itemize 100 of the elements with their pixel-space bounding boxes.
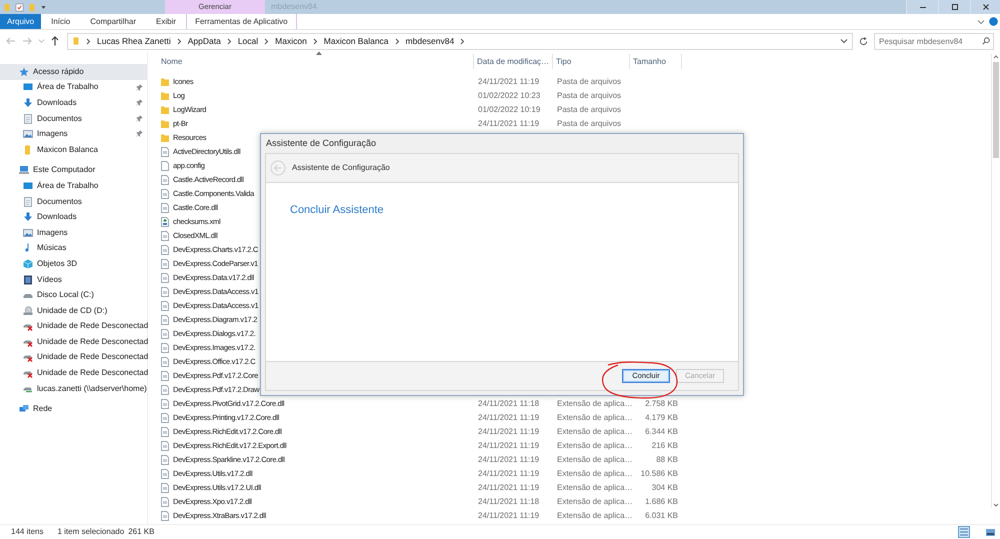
chevron-down-icon[interactable] [840,38,848,44]
dialog-title: Assistente de Configuração [266,136,376,150]
date-cell: 24/11/2021 11:18 [478,399,540,408]
size-cell: 4.179 KB [645,412,678,424]
type-cell: Extensão de aplica… [557,441,633,450]
file-tab[interactable]: Arquivo [0,14,42,29]
document-icon [160,455,170,465]
breadcrumb[interactable]: mbdesenv84 [406,34,454,48]
type-cell: Extensão de aplica… [557,413,633,422]
sidebar-item[interactable]: Imagens [0,126,147,142]
scroll-up-icon[interactable] [993,54,999,60]
file-icon [160,217,170,227]
folder-icon [72,36,80,46]
breadcrumb[interactable]: Local [238,34,258,48]
chevron-down-icon[interactable] [977,18,985,24]
column-header[interactable]: Nome [158,54,474,69]
cd-drive-icon [23,306,33,316]
size-cell: 216 KB [652,440,678,452]
chevron-right-icon[interactable] [264,38,270,44]
address-bar[interactable]: Lucas Rhea Zanetti AppData Local Maxicon Maxicon Balanca mbdesenv84 [67,32,853,50]
sidebar-item[interactable]: Downloads [0,209,147,225]
sidebar-section[interactable]: Acesso rápido [0,64,147,80]
film-icon [23,274,33,285]
sidebar-item[interactable]: Disco Local (C:) [0,287,147,303]
breadcrumb[interactable]: Maxicon [275,34,307,48]
pin-icon[interactable] [136,84,143,91]
dropdown-icon[interactable] [40,4,47,10]
pin-icon[interactable] [136,130,143,138]
sidebar-section[interactable]: Rede [0,401,147,418]
minimize-icon [920,6,926,8]
sidebar-item[interactable]: Vídeos [0,272,147,288]
chevron-right-icon[interactable] [226,38,232,44]
sidebar-item[interactable]: Área de Trabalho [0,80,147,96]
details-view-button[interactable] [958,526,970,538]
column-header[interactable]: Tamanho [630,54,682,69]
document-icon [160,399,170,409]
large-icons-view-button[interactable] [984,526,996,538]
sidebar-item[interactable]: Documentos [0,110,147,126]
type-cell: Pasta de arquivos [557,77,622,86]
chevron-right-icon[interactable] [394,38,400,44]
date-cell: 24/11/2021 11:19 [478,511,540,520]
ribbon-tab[interactable]: Início [41,14,80,29]
up-arrow-icon[interactable] [51,36,59,46]
download-icon [23,212,33,222]
sidebar-item[interactable]: Downloads [0,95,147,111]
search-field[interactable]: Pesquisar mbdesenv84 [874,32,994,50]
sidebar-item[interactable]: Maxicon Balanca [0,142,147,158]
date-cell: 24/11/2021 11:19 [478,483,540,492]
type-cell: Extensão de aplica… [557,497,633,506]
document-icon [160,385,170,395]
chevron-right-icon[interactable] [460,38,466,44]
chevron-right-icon[interactable] [312,38,318,44]
sidebar-item[interactable]: Unidade de Rede Desconectad [0,318,147,334]
scroll-thumb[interactable] [993,62,999,158]
properties-icon[interactable] [15,2,24,12]
ribbon-tab[interactable]: Compartilhar [80,14,146,29]
pin-icon[interactable] [136,114,143,122]
sidebar-item[interactable]: Área de Trabalho [0,178,147,194]
column-header[interactable]: Data de modificaç… [474,54,553,69]
ribbon-tab[interactable]: Exibir [146,14,186,29]
breadcrumb[interactable]: AppData [188,34,221,48]
sidebar-item[interactable]: Objetos 3D [0,256,147,272]
chevron-right-icon[interactable] [176,38,182,44]
scroll-down-icon[interactable] [993,502,999,508]
context-ribbon-tab[interactable]: Ferramentas de Aplicativo [186,14,297,29]
sidebar-item[interactable]: lucas.zanetti (\\adserver\home) [0,380,147,396]
size-cell: 1.686 KB [645,496,678,508]
sidebar-item[interactable]: Músicas [0,240,147,256]
size-cell: 2.758 KB [645,398,678,410]
type-cell: Extensão de aplica… [557,399,633,408]
chevron-right-icon[interactable] [86,38,91,44]
close-button[interactable] [970,0,1000,14]
document-icon [23,196,33,207]
sidebar-item[interactable]: Unidade de Rede Desconectad [0,334,147,350]
selection-size: 261 KB [128,526,154,538]
sidebar-item[interactable]: Imagens [0,224,147,241]
type-cell: Pasta de arquivos [557,119,622,128]
refresh-icon[interactable] [859,36,868,46]
download-icon [23,98,33,108]
pin-icon[interactable] [136,99,143,106]
vertical-scrollbar[interactable] [991,54,1000,508]
sidebar-section[interactable]: Este Computador [0,162,147,178]
search-icon[interactable] [982,37,990,45]
document-icon [160,329,170,339]
date-cell: 24/11/2021 11:18 [478,497,540,506]
date-cell: 24/11/2021 11:19 [478,77,540,86]
column-header[interactable]: Tipo [553,54,630,69]
document-icon [160,315,170,325]
restore-button[interactable] [938,0,970,14]
document-icon [160,413,170,423]
document-icon [160,357,170,367]
sidebar-item[interactable]: Unidade de Rede Desconectad [0,365,147,381]
type-cell: Extensão de aplica… [557,511,633,520]
breadcrumb[interactable]: Lucas Rhea Zanetti [97,34,171,48]
document-icon [160,469,170,479]
breadcrumb[interactable]: Maxicon Balanca [324,34,389,48]
size-cell: 88 KB [656,454,678,466]
sidebar-item[interactable]: Unidade de Rede Desconectad [0,350,147,366]
sidebar-item[interactable]: Documentos [0,194,147,210]
sidebar-item[interactable]: Unidade de CD (D:) [0,302,147,318]
